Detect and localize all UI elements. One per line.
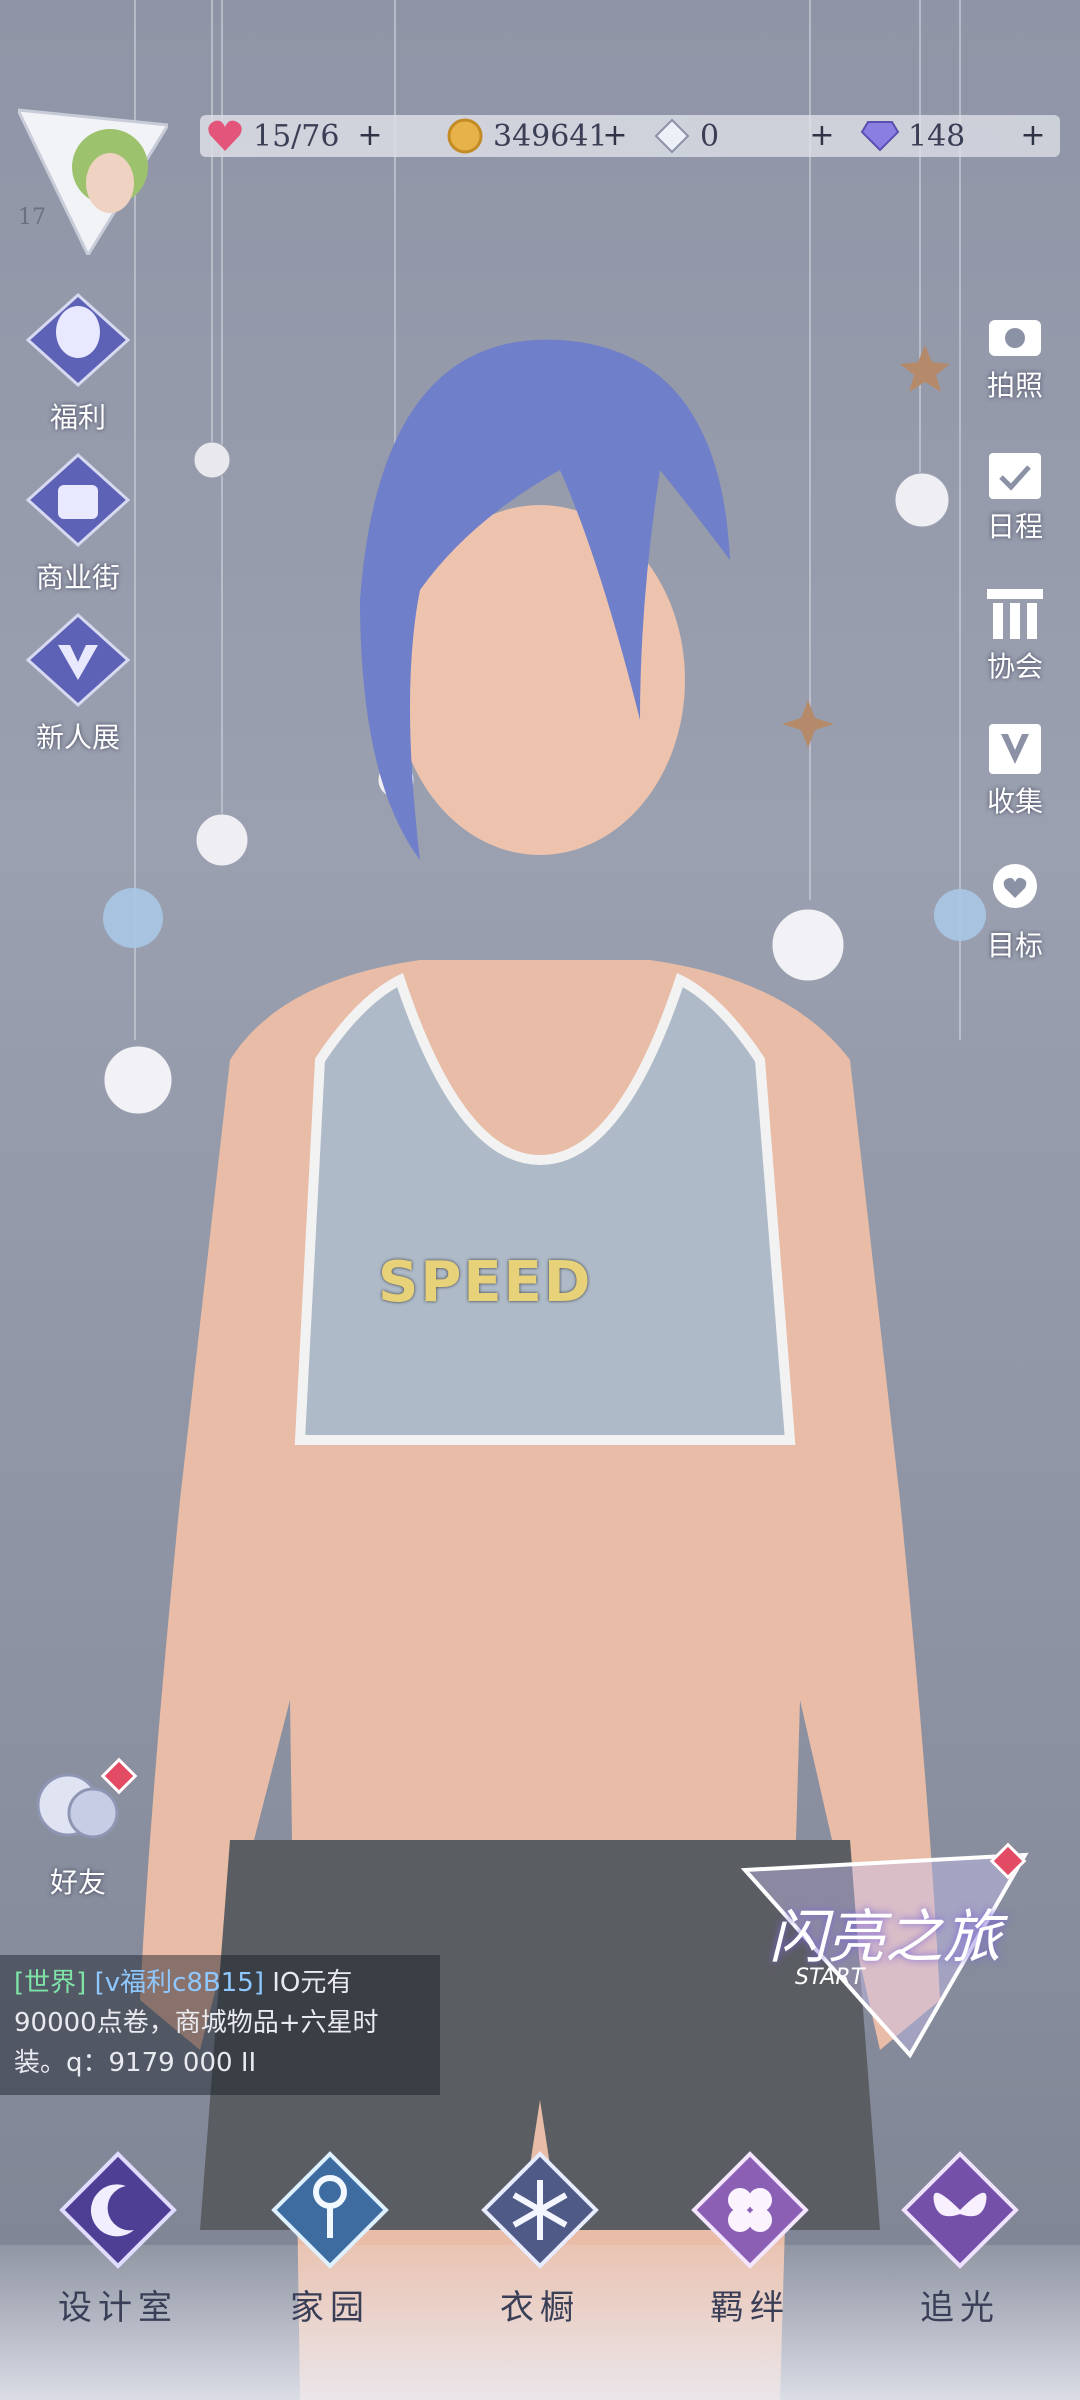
shopping-bag-icon [25,452,131,548]
chat-message-line1: IO元有 [272,1968,353,1998]
event-subtitle: START [795,1965,865,1990]
event-title: 闪亮之旅 [768,1903,1001,1971]
event-banner[interactable]: 闪亮之旅 START [735,1842,1035,2060]
key-icon [271,2151,389,2269]
coin-icon [445,116,485,156]
chat-sender[interactable]: [v福利c8B15] [95,1968,264,1998]
shop-street-button[interactable]: 商业街 [18,450,138,596]
stamina-counter: 15/76 + [205,115,385,157]
balloon-icon [25,292,131,388]
collection-button[interactable]: 收集 [970,720,1060,820]
nav-chase-light[interactable]: 追光 [880,2150,1040,2329]
welfare-button[interactable]: 福利 [18,290,138,436]
guild-button[interactable]: 协会 [970,585,1060,685]
heart-icon [205,116,245,156]
player-level: 17 [18,205,46,230]
chat-message-line3: 装。q：9179 000 II [14,2048,257,2078]
v-crown-icon [25,612,131,708]
add-crystal-button[interactable]: + [807,121,837,151]
world-chat-box[interactable]: [世界] [v福利c8B15] IO元有 90000点卷，商城物品+六星时 装。… [0,1955,440,2095]
moon-icon [59,2151,177,2269]
player-avatar[interactable] [15,105,171,259]
photo-button[interactable]: 拍照 [970,310,1060,404]
friends-button[interactable]: 好友 [18,1755,138,1901]
diamond-icon [860,116,900,156]
calendar-check-icon [989,453,1041,499]
clover-icon [691,2151,809,2269]
add-stamina-button[interactable]: + [355,121,385,151]
v-badge-icon [989,724,1041,774]
nav-wardrobe[interactable]: 衣橱 [460,2150,620,2329]
nav-home[interactable]: 家园 [250,2150,410,2329]
add-diamond-button[interactable]: + [1018,121,1048,151]
butterfly-icon [901,2151,1019,2269]
schedule-button[interactable]: 日程 [970,445,1060,545]
crystal-icon [652,116,692,156]
chat-message-line2: 90000点卷，商城物品+六星时 [14,2008,379,2038]
goal-button[interactable]: 目标 [970,860,1060,964]
crystal-counter: 0 + [652,115,837,157]
add-coin-button[interactable]: + [600,121,630,151]
outfit-print-text: SPEED [378,1250,593,1315]
camera-icon [989,320,1041,356]
coin-counter: 349641 + [445,115,630,157]
newbie-exhibit-button[interactable]: 新人展 [18,610,138,756]
diamond-counter: 148 + [860,115,1048,157]
temple-icon [987,589,1043,639]
heart-medal-icon [993,864,1037,908]
nav-bonds[interactable]: 羁绊 [670,2150,830,2329]
snowflake-icon [481,2151,599,2269]
chat-channel: [世界] [14,1968,87,1998]
nav-design-studio[interactable]: 设计室 [38,2150,198,2329]
